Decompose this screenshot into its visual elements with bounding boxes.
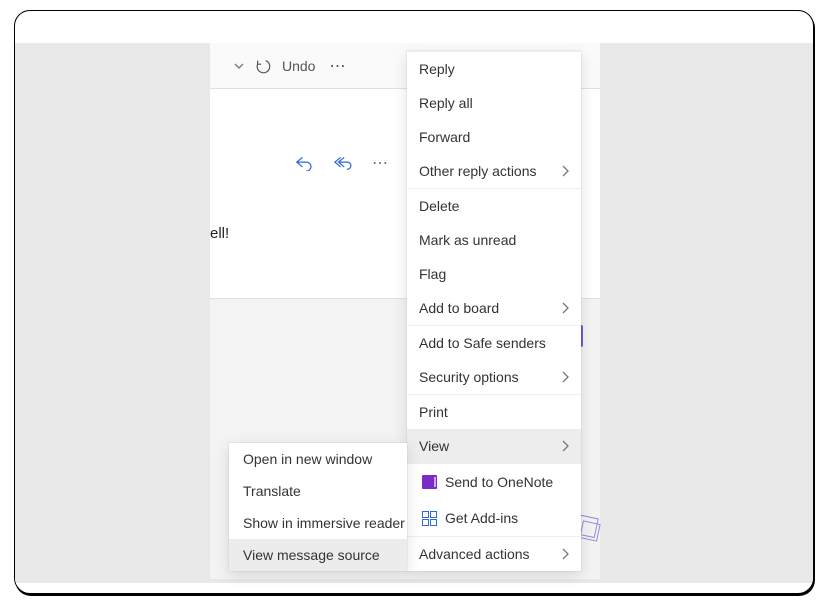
menu-item-send-onenote[interactable]: Send to OneNote xyxy=(407,464,581,500)
menu-item-mark-unread[interactable]: Mark as unread xyxy=(407,223,581,257)
app-frame: Undo ⋯ ⋯ ell! Reply Reply all Forward Ot… xyxy=(14,10,814,594)
menu-item-print[interactable]: Print xyxy=(407,395,581,429)
chevron-right-icon xyxy=(561,302,569,314)
context-menu: Reply Reply all Forward Other reply acti… xyxy=(407,51,581,571)
menu-item-advanced-actions[interactable]: Advanced actions xyxy=(407,537,581,571)
menu-item-other-reply[interactable]: Other reply actions xyxy=(407,154,581,188)
chevron-right-icon xyxy=(561,165,569,177)
chevron-right-icon xyxy=(561,371,569,383)
menu-item-safe-senders[interactable]: Add to Safe senders xyxy=(407,326,581,360)
undo-icon[interactable] xyxy=(254,57,272,75)
reply-icon[interactable] xyxy=(294,155,312,171)
undo-button[interactable]: Undo xyxy=(282,58,315,74)
chevron-right-icon xyxy=(561,548,569,560)
menu-item-delete[interactable]: Delete xyxy=(407,189,581,223)
message-more-icon[interactable]: ⋯ xyxy=(372,153,389,173)
decoration-icon xyxy=(579,520,600,541)
chevron-right-icon xyxy=(561,440,569,452)
more-icon[interactable]: ⋯ xyxy=(325,56,350,76)
menu-item-view[interactable]: View xyxy=(407,429,581,463)
menu-item-security-options[interactable]: Security options xyxy=(407,360,581,394)
onenote-icon xyxy=(419,475,439,489)
chevron-down-icon[interactable] xyxy=(234,61,244,71)
message-snippet: ell! xyxy=(210,225,229,242)
menu-item-get-addins[interactable]: Get Add-ins xyxy=(407,500,581,536)
submenu-item-view-message-source[interactable]: View message source xyxy=(229,539,407,571)
submenu-item-immersive-reader[interactable]: Show in immersive reader xyxy=(229,507,407,539)
reply-all-icon[interactable] xyxy=(332,155,352,171)
menu-item-reply-all[interactable]: Reply all xyxy=(407,86,581,120)
menu-item-forward[interactable]: Forward xyxy=(407,120,581,154)
menu-item-flag[interactable]: Flag xyxy=(407,257,581,291)
menu-item-reply[interactable]: Reply xyxy=(407,52,581,86)
submenu-item-translate[interactable]: Translate xyxy=(229,475,407,507)
submenu-item-open-new-window[interactable]: Open in new window xyxy=(229,443,407,475)
menu-item-add-to-board[interactable]: Add to board xyxy=(407,291,581,325)
view-submenu: Open in new window Translate Show in imm… xyxy=(229,443,407,571)
addins-icon xyxy=(419,511,439,526)
